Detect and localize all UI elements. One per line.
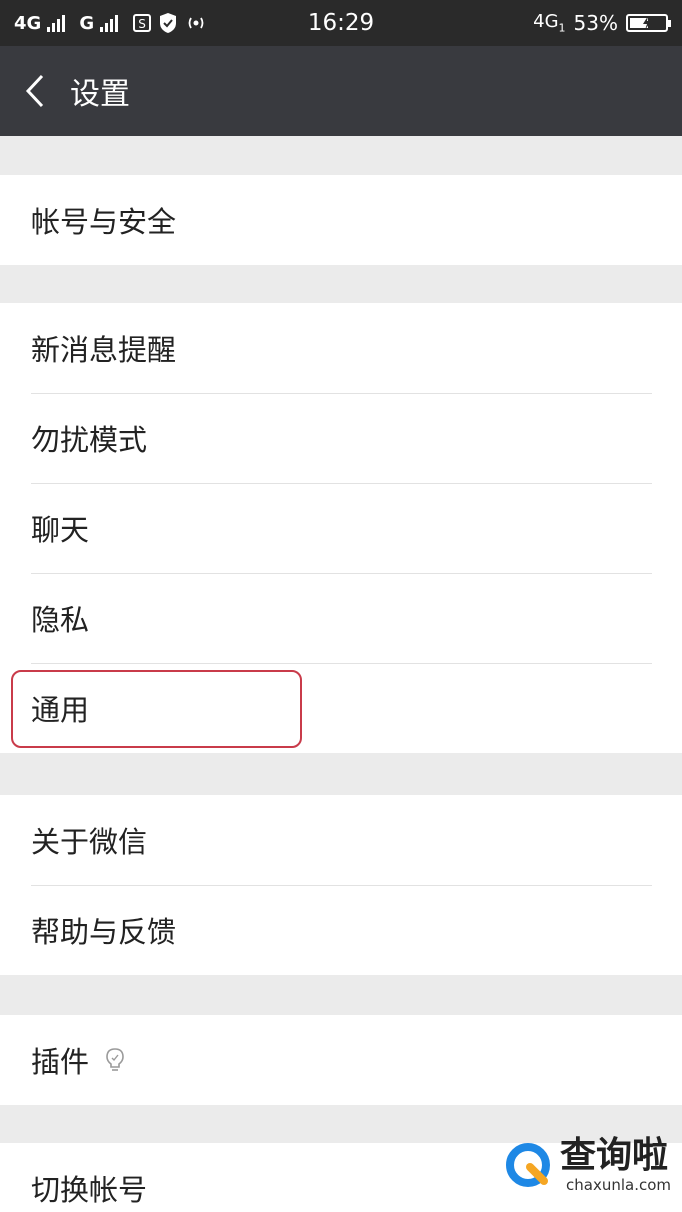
settings-item-account-security[interactable]: 帐号与安全 xyxy=(0,175,682,265)
settings-item-chat[interactable]: 聊天 xyxy=(0,483,682,573)
highlight-box xyxy=(11,670,302,748)
settings-item-about[interactable]: 关于微信 xyxy=(0,795,682,885)
status-bar: 4G G S 16:29 4G1 53% xyxy=(0,0,682,46)
network-label-1: 4G xyxy=(14,12,42,34)
lightbulb-icon xyxy=(103,1046,127,1074)
settings-group-about: 关于微信 帮助与反馈 xyxy=(0,795,682,975)
signal-icon-2 xyxy=(100,14,119,32)
settings-group-account: 帐号与安全 xyxy=(0,175,682,265)
back-button[interactable] xyxy=(0,46,70,136)
battery-icon xyxy=(626,14,671,32)
chevron-left-icon xyxy=(25,74,44,108)
page-title: 设置 xyxy=(70,77,130,112)
s-app-icon: S xyxy=(132,13,152,33)
signal-icon xyxy=(47,14,66,32)
shield-icon xyxy=(158,12,178,34)
network-label-2: G xyxy=(79,12,95,34)
nav-bar: 设置 xyxy=(0,46,682,136)
status-left: 4G G S xyxy=(14,12,274,34)
watermark-logo-icon xyxy=(506,1143,550,1187)
svg-text:S: S xyxy=(138,17,146,31)
watermark: 查询啦 chaxunla.com xyxy=(500,1118,682,1212)
status-right: 4G1 53% xyxy=(533,11,671,35)
watermark-en: chaxunla.com xyxy=(566,1176,671,1194)
watermark-cn: 查询啦 xyxy=(560,1135,669,1176)
right-network-label: 4G1 xyxy=(533,11,565,35)
charging-bolt-icon xyxy=(643,16,651,30)
settings-item-privacy[interactable]: 隐私 xyxy=(0,573,682,663)
settings-item-plugins-label: 插件 xyxy=(31,1045,90,1079)
right-network-text: 4G xyxy=(533,11,559,33)
settings-item-plugins[interactable]: 插件 xyxy=(0,1015,682,1105)
settings-group-plugins: 插件 xyxy=(0,1015,682,1105)
settings-item-help-feedback[interactable]: 帮助与反馈 xyxy=(0,885,682,975)
battery-percent: 53% xyxy=(573,11,618,35)
settings-item-notifications[interactable]: 新消息提醒 xyxy=(0,303,682,393)
right-network-sub: 1 xyxy=(558,21,566,35)
hotspot-icon xyxy=(184,14,208,32)
settings-item-do-not-disturb[interactable]: 勿扰模式 xyxy=(0,393,682,483)
watermark-text: 查询啦 chaxunla.com xyxy=(560,1135,671,1195)
